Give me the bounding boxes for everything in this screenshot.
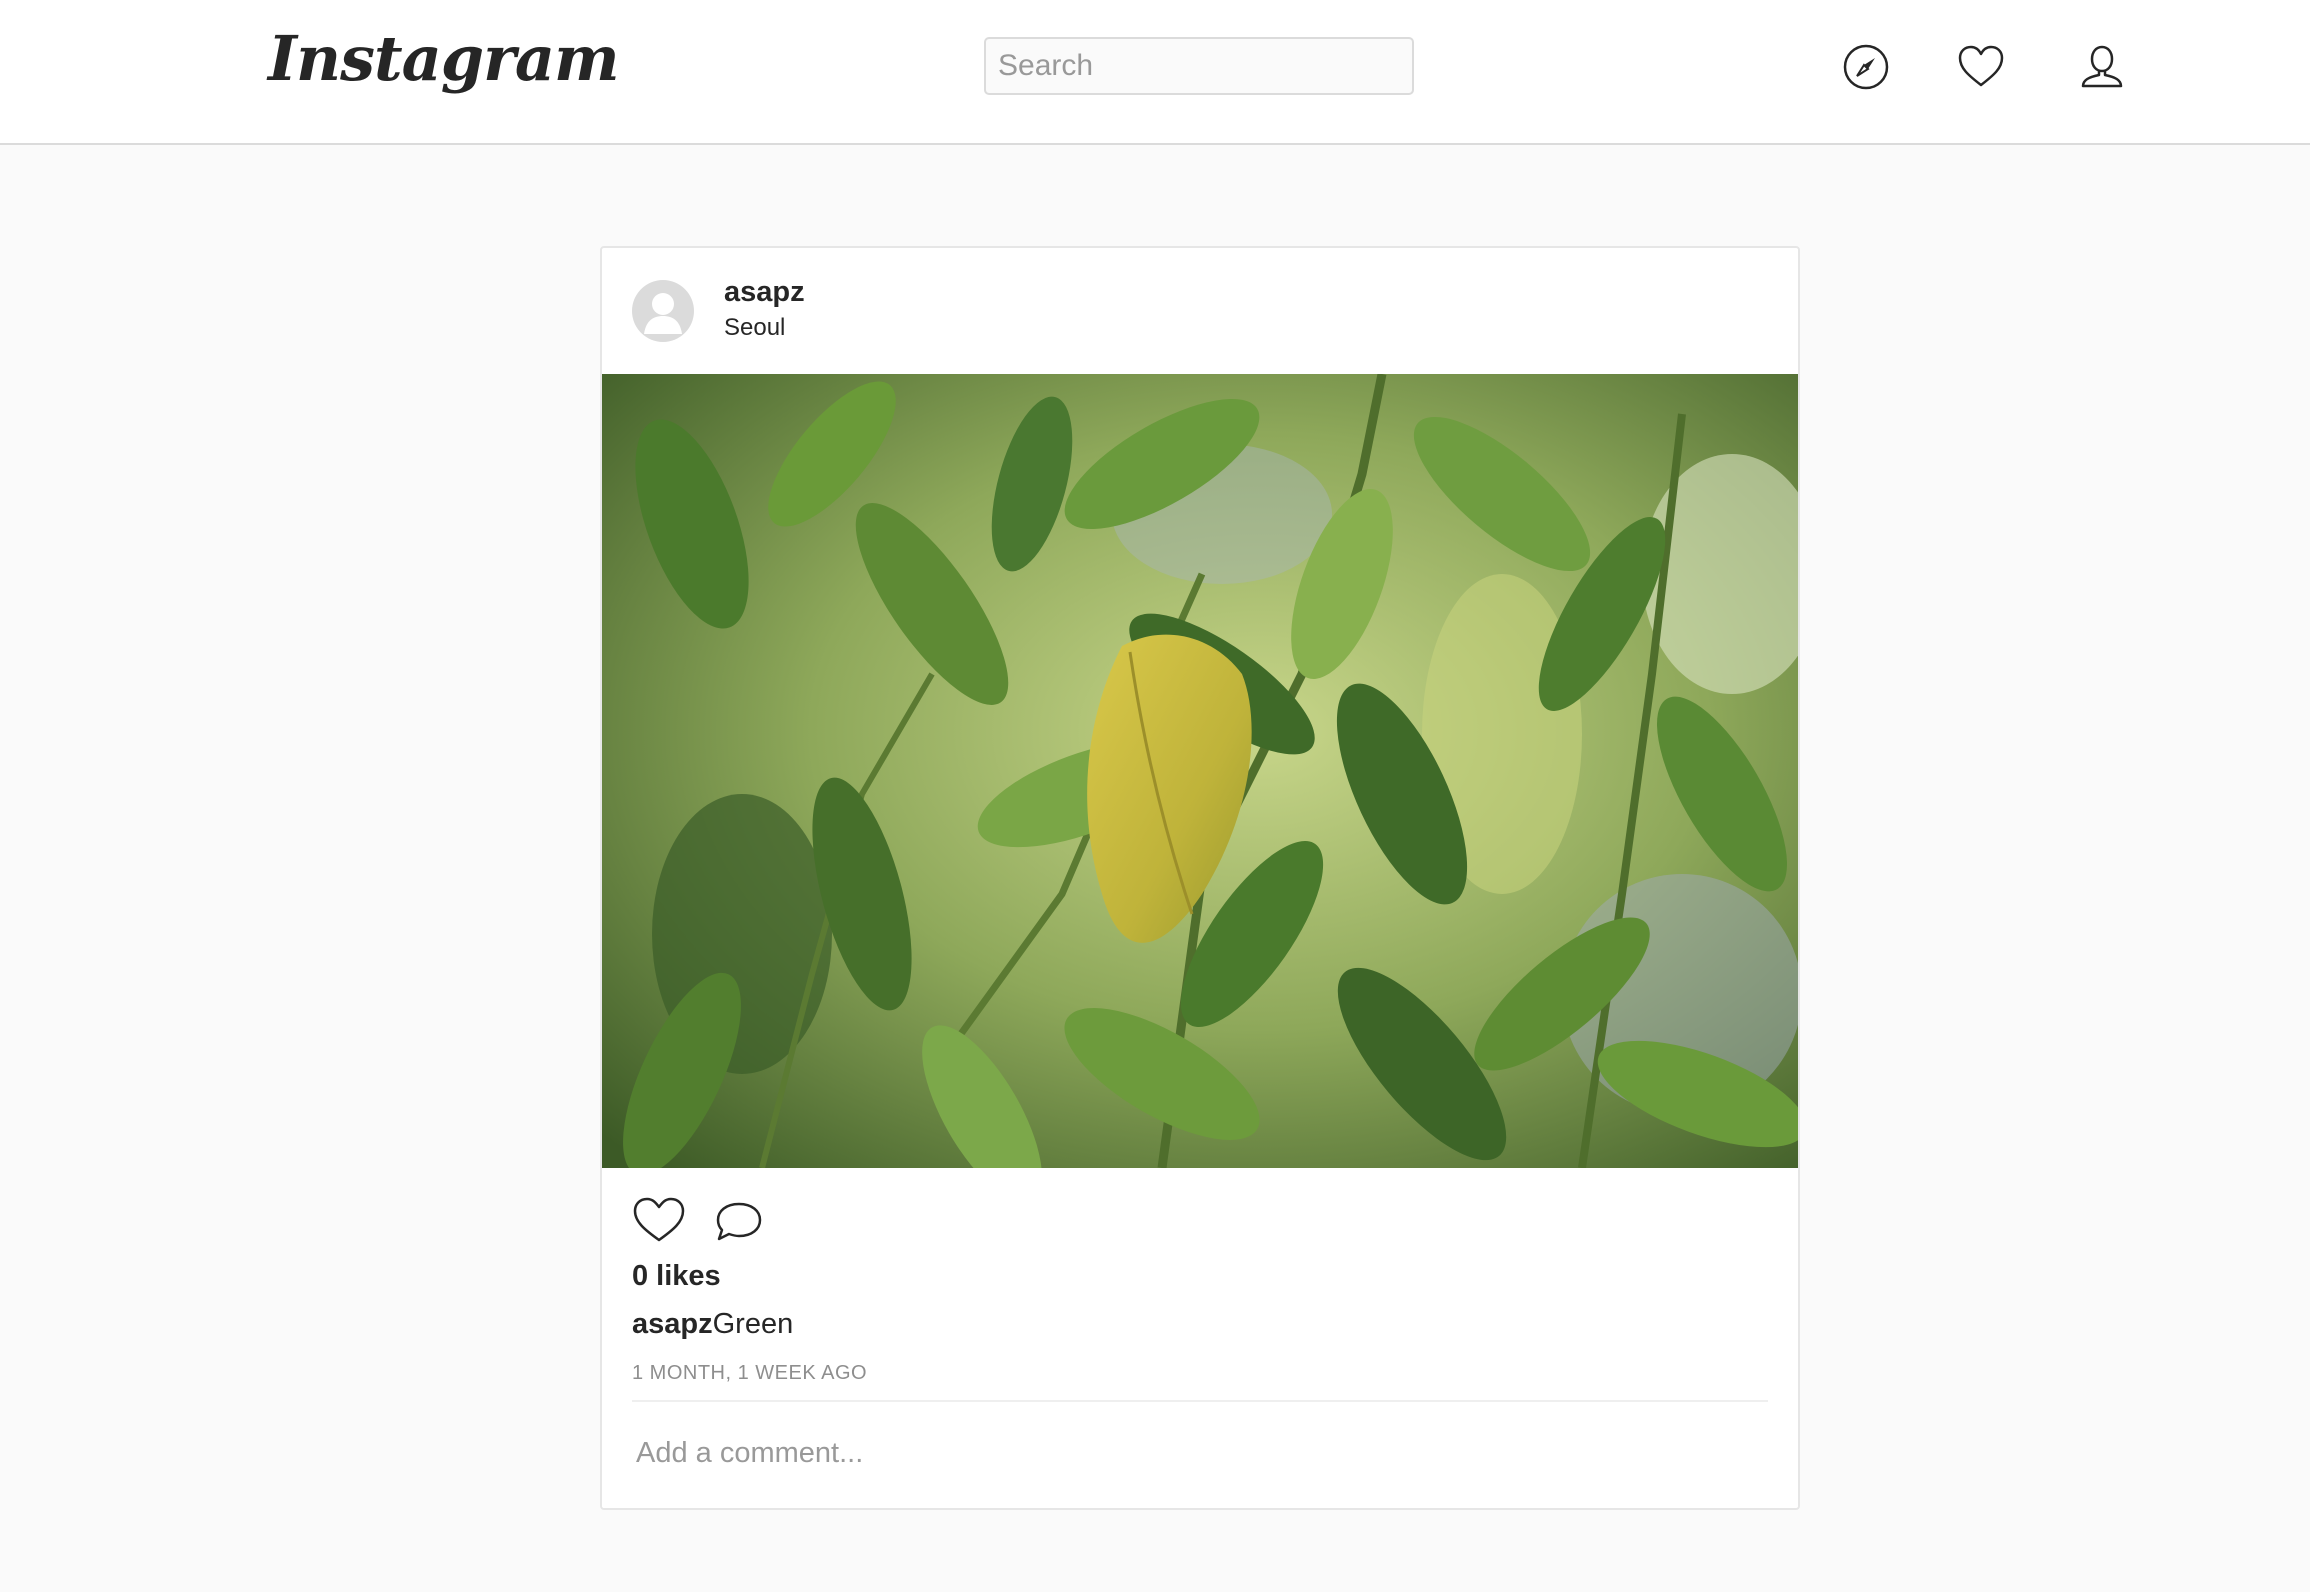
comment-bubble-icon[interactable]: [712, 1196, 766, 1244]
post-location[interactable]: Seoul: [724, 314, 785, 342]
compass-icon[interactable]: [1841, 42, 1891, 92]
heart-icon[interactable]: [632, 1196, 686, 1244]
search-input[interactable]: [984, 37, 1414, 95]
post-photo[interactable]: [602, 374, 1798, 1168]
post-card: asapz Seoul 0 likes asapzGreen 1 MONTH, …: [600, 246, 1800, 1510]
caption-username[interactable]: asapz: [632, 1308, 713, 1340]
top-navigation-bar: Instagram: [0, 0, 2310, 145]
instagram-logo[interactable]: Instagram: [268, 22, 620, 95]
comment-input[interactable]: [632, 1410, 1768, 1496]
post-header: asapz Seoul: [602, 248, 1798, 374]
heart-icon[interactable]: [1956, 42, 2006, 92]
caption-text: Green: [712, 1308, 794, 1340]
user-icon[interactable]: [2077, 42, 2127, 92]
avatar[interactable]: [632, 280, 694, 342]
post-username[interactable]: asapz: [724, 276, 805, 309]
post-timestamp[interactable]: 1 MONTH, 1 WEEK AGO: [632, 1362, 867, 1385]
post-caption: asapzGreen: [632, 1308, 793, 1341]
likes-count[interactable]: 0 likes: [632, 1260, 721, 1293]
comment-divider: [632, 1400, 1768, 1402]
